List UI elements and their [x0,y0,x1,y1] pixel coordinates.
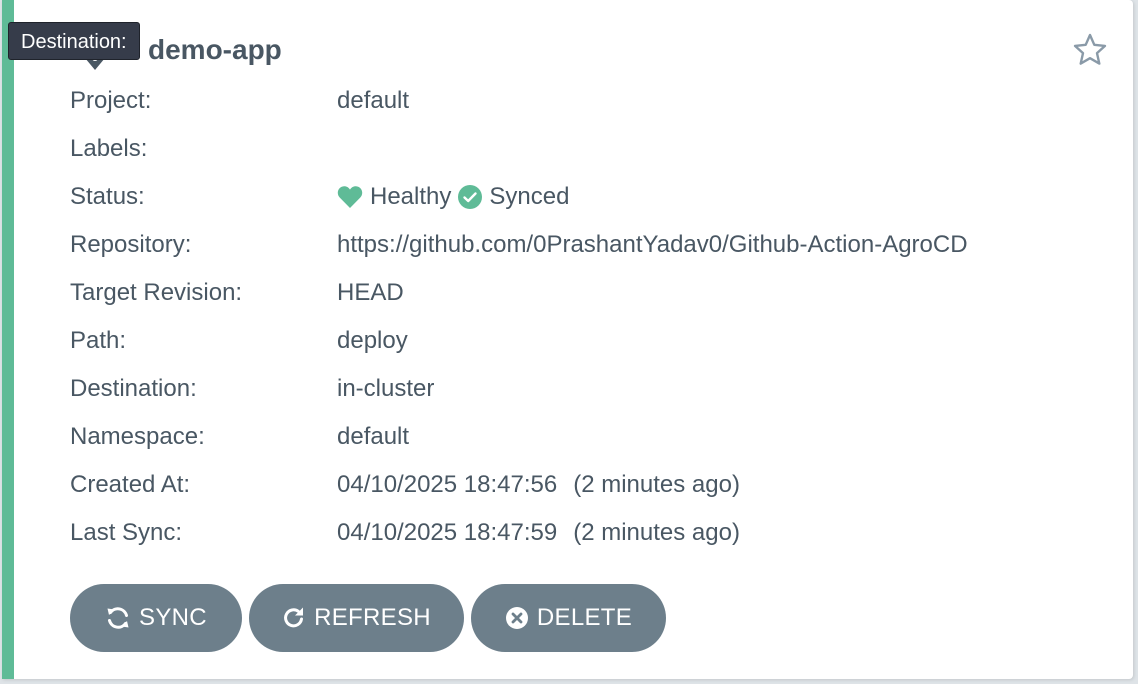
repository-value[interactable]: https://github.com/0PrashantYadav0/Githu… [337,231,968,259]
target-revision-value[interactable]: HEAD [337,279,404,307]
labels-row: Labels: [70,125,1110,173]
times-circle-icon [505,607,528,629]
created-at-timestamp: 04/10/2025 18:47:56 [337,471,558,498]
sync-status-text: Synced [489,183,570,210]
action-buttons: SYNC REFRESH DELETE [70,584,666,652]
refresh-button-label: REFRESH [314,604,431,631]
delete-button[interactable]: DELETE [471,584,666,652]
health-status-text: Healthy [370,183,452,210]
project-label: Project: [70,87,152,114]
status-label: Status: [70,183,145,210]
repository-row: Repository: https://github.com/0Prashant… [70,221,1110,269]
destination-value[interactable]: in-cluster [337,375,434,403]
favorite-button[interactable] [1070,30,1110,70]
last-sync-value: 04/10/2025 18:47:59 (2 minutes ago) [337,519,740,547]
namespace-row: Namespace: default [70,413,1110,461]
refresh-button[interactable]: REFRESH [249,584,464,652]
created-at-value: 04/10/2025 18:47:56 (2 minutes ago) [337,471,740,499]
sync-button-label: SYNC [139,604,207,631]
star-outline-icon [1073,33,1107,65]
destination-row: Destination: in-cluster [70,365,1110,413]
target-revision-row: Target Revision: HEAD [70,269,1110,317]
check-circle-icon [458,185,483,209]
last-sync-relative: (2 minutes ago) [573,519,740,546]
delete-button-label: DELETE [536,604,633,631]
app-name[interactable]: demo-app [148,30,282,70]
health-status-bar [2,0,14,679]
last-sync-label: Last Sync: [70,519,183,546]
redo-icon [284,607,304,628]
app-details: Project: default Labels: Status: Healthy [70,77,1110,557]
last-sync-timestamp: 04/10/2025 18:47:59 [337,519,558,546]
destination-label: Destination: [70,375,197,402]
repository-label: Repository: [70,231,192,258]
created-at-relative: (2 minutes ago) [573,471,740,498]
target-revision-label: Target Revision: [70,279,243,306]
created-at-label: Created At: [70,471,191,498]
namespace-label: Namespace: [70,423,205,450]
status-row: Status: Healthy Synced [70,173,1110,221]
sync-button[interactable]: SYNC [70,584,242,652]
heart-icon [337,186,363,208]
namespace-value[interactable]: default [337,423,409,451]
status-value: Healthy Synced [337,183,569,211]
project-value[interactable]: default [337,87,409,115]
labels-label: Labels: [70,135,148,162]
application-card[interactable]: demo-app Project: default Labels: Status… [2,0,1133,679]
created-at-row: Created At: 04/10/2025 18:47:56 (2 minute… [70,461,1110,509]
path-value[interactable]: deploy [337,327,408,355]
path-label: Path: [70,327,127,354]
tooltip: Destination: [8,22,140,60]
last-sync-row: Last Sync: 04/10/2025 18:47:59 (2 minutes… [70,509,1110,557]
sync-icon [107,607,129,629]
project-row: Project: default [70,77,1110,125]
path-row: Path: deploy [70,317,1110,365]
